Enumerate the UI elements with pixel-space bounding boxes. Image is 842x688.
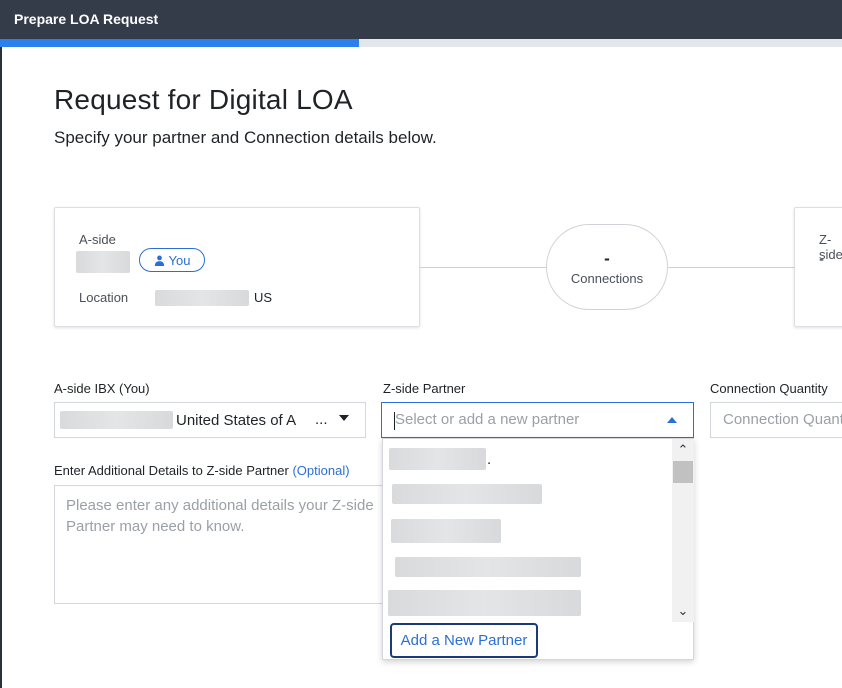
title-bar: Prepare LOA Request bbox=[0, 0, 842, 39]
aside-ibx-select[interactable]: United States of A ... bbox=[54, 402, 366, 438]
aside-ibx-redacted bbox=[60, 411, 173, 429]
connection-quantity-field[interactable] bbox=[710, 402, 842, 438]
chevron-up-icon[interactable]: ⌃ bbox=[672, 441, 694, 459]
partner-option-redacted bbox=[388, 590, 581, 616]
partner-option[interactable] bbox=[383, 587, 672, 621]
connections-label: Connections bbox=[570, 271, 644, 286]
partner-option[interactable] bbox=[383, 477, 672, 511]
aside-company-name-redacted bbox=[76, 251, 130, 273]
zside-partner-input[interactable] bbox=[395, 411, 655, 428]
zside-partner-label: Z-side Partner bbox=[383, 381, 466, 396]
progress-bar bbox=[0, 39, 842, 47]
connections-summary: - Connections bbox=[546, 224, 668, 310]
dropdown-scrollbar[interactable]: ⌃ ⌄ bbox=[672, 439, 694, 622]
page-left-border bbox=[0, 47, 2, 688]
details-label-text: Enter Additional Details to Z-side Partn… bbox=[54, 463, 289, 478]
connections-count: - bbox=[604, 249, 610, 268]
page-subtitle: Specify your partner and Connection deta… bbox=[54, 128, 437, 147]
zside-value: - bbox=[819, 251, 824, 268]
page-title: Request for Digital LOA bbox=[54, 84, 353, 115]
scrollbar-thumb[interactable] bbox=[673, 461, 693, 483]
details-textarea-box[interactable] bbox=[54, 485, 394, 604]
aside-ibx-label: A-side IBX (You) bbox=[54, 381, 150, 396]
partner-option-redacted bbox=[392, 484, 542, 504]
location-label: Location bbox=[79, 290, 129, 305]
partner-option[interactable] bbox=[383, 514, 672, 548]
aside-card: A-side You Location US bbox=[54, 207, 420, 327]
partner-option[interactable] bbox=[383, 551, 672, 585]
connection-quantity-input[interactable] bbox=[723, 411, 842, 428]
chevron-down-icon bbox=[339, 415, 349, 421]
aside-label: A-side bbox=[79, 232, 116, 247]
window-title: Prepare LOA Request bbox=[14, 11, 159, 27]
you-badge-label: You bbox=[168, 252, 191, 268]
partner-option-redacted bbox=[395, 557, 581, 577]
add-new-partner-button[interactable]: Add a New Partner bbox=[390, 623, 538, 658]
aside-ibx-ellipsis: ... bbox=[315, 411, 328, 428]
progress-bar-fill bbox=[0, 39, 359, 47]
zside-card: Z-side - bbox=[794, 207, 842, 327]
partner-option-redacted bbox=[391, 519, 501, 543]
connection-quantity-label: Connection Quantity bbox=[710, 381, 828, 396]
chevron-up-icon[interactable] bbox=[667, 417, 677, 423]
chevron-down-icon[interactable]: ⌄ bbox=[672, 602, 694, 620]
details-label: Enter Additional Details to Z-side Partn… bbox=[54, 463, 350, 478]
partner-option-redacted bbox=[389, 448, 486, 470]
you-badge: You bbox=[139, 248, 205, 272]
partner-dropdown-list: . ⌃ ⌄ Add a New Partner bbox=[382, 438, 694, 660]
zside-partner-select[interactable] bbox=[381, 402, 694, 438]
connector-line-left bbox=[420, 267, 547, 268]
user-icon bbox=[154, 255, 164, 266]
aside-ibx-value: United States of A bbox=[176, 412, 297, 429]
details-optional: (Optional) bbox=[292, 463, 350, 478]
location-value-redacted bbox=[155, 290, 249, 306]
location-country: US bbox=[254, 290, 273, 305]
partner-option[interactable]: . bbox=[383, 442, 672, 476]
details-textarea[interactable] bbox=[66, 495, 391, 595]
partner-option-suffix: . bbox=[487, 451, 492, 468]
connector-line-right bbox=[667, 267, 795, 268]
